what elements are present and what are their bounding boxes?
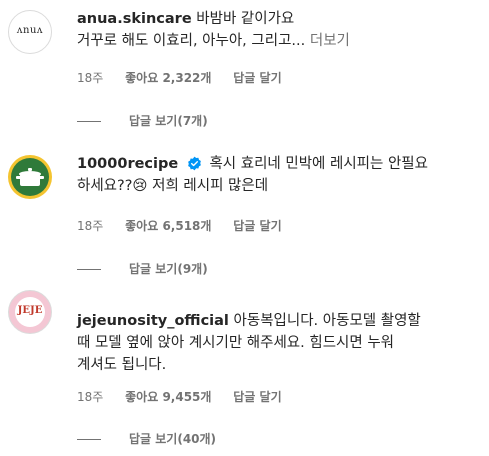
verified-badge-icon <box>187 156 201 171</box>
comment-text: 혹시 효리네 민박에 레시피는 안필요 <box>209 156 428 172</box>
more-link[interactable]: 더보기 <box>310 33 350 49</box>
avatar[interactable] <box>8 155 52 199</box>
comment-username[interactable]: 10000recipe <box>77 156 178 172</box>
like-count[interactable]: 좋아요 9,455개 <box>125 390 211 404</box>
avatar-logo-text: ʌnuʌ <box>16 25 44 36</box>
comment-text: 때 모델 옆에 앉아 계시기만 해주세요. 힘드시면 누워 <box>77 335 395 351</box>
comment-meta: 18주 좋아요 9,455개 답글 달기 <box>77 389 300 405</box>
comment-username[interactable]: anua.skincare <box>77 11 192 27</box>
avatar-logo-text: JEJE <box>17 305 43 316</box>
comment-text: 바밤바 같이가요 <box>196 11 295 27</box>
avatar[interactable]: ʌnuʌ <box>8 10 52 54</box>
view-replies-button[interactable]: 답글 보기(40개) <box>77 431 216 447</box>
comment-text: 하세요??😢 저희 레시피 많은데 <box>77 178 269 194</box>
comment-text: 계셔도 됩니다. <box>77 357 167 373</box>
comment-body: jejeunosity_official 아동복입니다. 아동모델 촬영할 때 … <box>77 310 477 376</box>
avatar[interactable]: JEJE <box>8 290 52 334</box>
view-replies-button[interactable]: 답글 보기(9개) <box>77 261 208 277</box>
divider-line <box>77 268 101 270</box>
view-replies-label: 답글 보기(40개) <box>129 432 217 446</box>
divider-line <box>77 120 101 122</box>
view-replies-label: 답글 보기(9개) <box>129 262 208 276</box>
reply-button[interactable]: 답글 달기 <box>233 219 281 233</box>
comment-username[interactable]: jejeunosity_official <box>77 313 229 329</box>
divider-line <box>77 438 101 440</box>
comment-body: 10000recipe 혹시 효리네 민박에 레시피는 안필요 하세요??😢 저… <box>77 153 477 197</box>
like-count[interactable]: 좋아요 2,322개 <box>125 71 211 85</box>
comment-meta: 18주 좋아요 2,322개 답글 달기 <box>77 70 300 86</box>
comment-text: 아동복입니다. 아동모델 촬영할 <box>233 313 421 329</box>
view-replies-label: 답글 보기(7개) <box>129 114 208 128</box>
comment-text: 거꾸로 해도 이효리, 아누아, 그리고... <box>77 33 306 49</box>
comment-meta: 18주 좋아요 6,518개 답글 달기 <box>77 218 300 234</box>
comment-time[interactable]: 18주 <box>77 390 103 404</box>
comment-time[interactable]: 18주 <box>77 219 103 233</box>
comment-time[interactable]: 18주 <box>77 71 103 85</box>
view-replies-button[interactable]: 답글 보기(7개) <box>77 113 208 129</box>
pot-icon <box>16 168 44 186</box>
comment-body: anua.skincare 바밤바 같이가요 거꾸로 해도 이효리, 아누아, … <box>77 8 477 52</box>
reply-button[interactable]: 답글 달기 <box>233 390 281 404</box>
like-count[interactable]: 좋아요 6,518개 <box>125 219 211 233</box>
reply-button[interactable]: 답글 달기 <box>233 71 281 85</box>
